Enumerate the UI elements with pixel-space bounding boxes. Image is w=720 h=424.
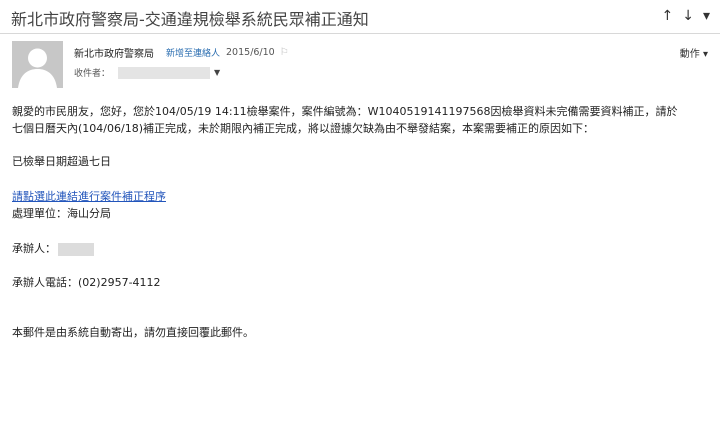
email-subject: 新北市政府警察局-交通違規檢舉系統民眾補正通知 <box>11 10 369 29</box>
recipient-redacted <box>118 66 211 79</box>
subject-bar: 新北市政府警察局-交通違規檢舉系統民眾補正通知 ↑ ↓ ▾ <box>0 0 720 34</box>
handling-unit: 處理單位：海山分局 <box>12 207 111 220</box>
body-line-2: 七個日曆天內(104/06/18)補正完成，未於期限內補正完成，將以證據欠缺為由… <box>12 122 594 135</box>
handler-label: 承辦人： <box>12 242 56 255</box>
handler-phone: 承辦人電話：(02)2957-4112 <box>12 276 161 289</box>
actions-button[interactable]: 動作 ▾ <box>680 45 708 60</box>
sender-name: 新北市政府警察局 <box>74 49 154 60</box>
body-line-1: 親愛的市民朋友，您好，您於104/05/19 14:11檢舉案件，案件編號為：W… <box>12 105 678 118</box>
person-silhouette-icon <box>12 41 63 88</box>
sender-avatar <box>12 41 63 88</box>
sender-line: 新北市政府警察局 新增至連絡人 2015/6/10 ⚐ <box>74 45 289 60</box>
nav-buttons: ↑ ↓ ▾ <box>662 7 711 25</box>
handler-redacted <box>58 242 94 256</box>
previous-email-icon[interactable]: ↑ <box>662 7 674 25</box>
add-contact-link[interactable]: 新增至連絡人 <box>166 46 220 59</box>
next-email-icon[interactable]: ↓ <box>682 7 694 25</box>
more-options-icon[interactable]: ▾ <box>703 7 710 25</box>
chevron-down-icon[interactable]: ▼ <box>214 68 220 77</box>
recipient-line: 收件者： ▼ <box>74 66 220 79</box>
reason-text: 已檢舉日期超過七日 <box>12 155 111 168</box>
handler-line: 承辦人： <box>12 241 94 257</box>
sent-date: 2015/6/10 <box>226 47 275 58</box>
to-label: 收件者： <box>74 69 111 79</box>
footer-note: 本郵件是由系統自動寄出，請勿直接回覆此郵件。 <box>12 326 254 339</box>
correction-link[interactable]: 請點選此連結進行案件補正程序 <box>12 189 166 205</box>
flag-icon[interactable]: ⚐ <box>280 47 289 58</box>
